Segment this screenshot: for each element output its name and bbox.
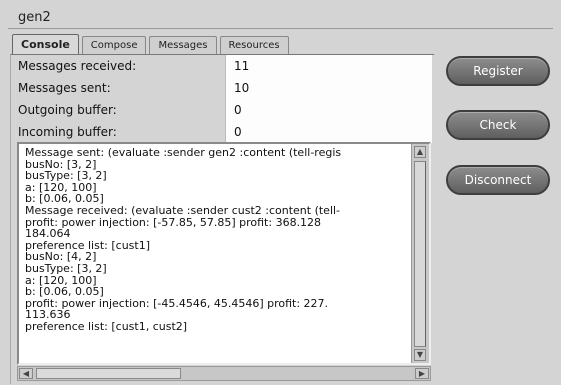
console-line: busType: [3, 2] [25,261,107,275]
stat-label: Outgoing buffer: [18,103,117,117]
stats-table: Messages received: 11 Messages sent: 10 … [14,55,432,143]
window-title: gen2 [18,10,51,25]
stat-row-incoming-buffer: Incoming buffer: 0 [14,121,432,143]
scroll-up-icon[interactable]: ▲ [414,146,426,158]
tab-messages[interactable]: Messages [149,36,217,54]
stat-row-messages-sent: Messages sent: 10 [14,77,432,99]
stat-value: 10 [225,77,432,99]
horizontal-scroll-thumb[interactable] [36,368,181,379]
console-line: profit: power injection: [-45.4546, 45.4… [25,296,329,310]
tab-compose[interactable]: Compose [81,36,147,54]
scroll-down-icon[interactable]: ▼ [414,349,426,361]
stat-value: 0 [225,99,432,121]
stat-label: Messages sent: [18,81,111,95]
stat-row-messages-received: Messages received: 11 [14,55,432,77]
scroll-right-icon[interactable]: ▶ [415,368,429,379]
stat-value: 0 [225,121,432,143]
stat-row-outgoing-buffer: Outgoing buffer: 0 [14,99,432,121]
title-separator [8,28,553,29]
console-line: b: [0.06, 0.05] [25,285,104,299]
console-line: Message received: (evaluate :sender cust… [25,203,341,217]
console-text[interactable]: Message sent: (evaluate :sender gen2 :co… [19,144,411,363]
disconnect-button[interactable]: Disconnect [446,165,550,195]
stat-value: 11 [225,55,432,77]
tab-bar: Console Compose Messages Resources [12,34,292,54]
horizontal-scrollbar[interactable]: ◀ ▶ [17,366,431,381]
stat-label: Incoming buffer: [18,125,117,139]
stat-label: Messages received: [18,59,137,73]
console-line: 184.064 [25,227,71,241]
console-log[interactable]: Message sent: (evaluate :sender gen2 :co… [17,142,431,365]
vertical-scrollbar[interactable]: ▲ ▼ [411,144,429,363]
console-line: profit: power injection: [-57.85, 57.85]… [25,215,322,229]
check-button[interactable]: Check [446,110,550,140]
vertical-scroll-thumb[interactable] [414,161,426,347]
register-button[interactable]: Register [446,56,550,86]
tab-console[interactable]: Console [12,34,79,54]
console-line: Message sent: (evaluate :sender gen2 :co… [25,146,342,159]
tab-resources[interactable]: Resources [219,36,289,54]
console-line: preference list: [cust1, cust2] [25,319,188,333]
scroll-left-icon[interactable]: ◀ [19,368,33,379]
